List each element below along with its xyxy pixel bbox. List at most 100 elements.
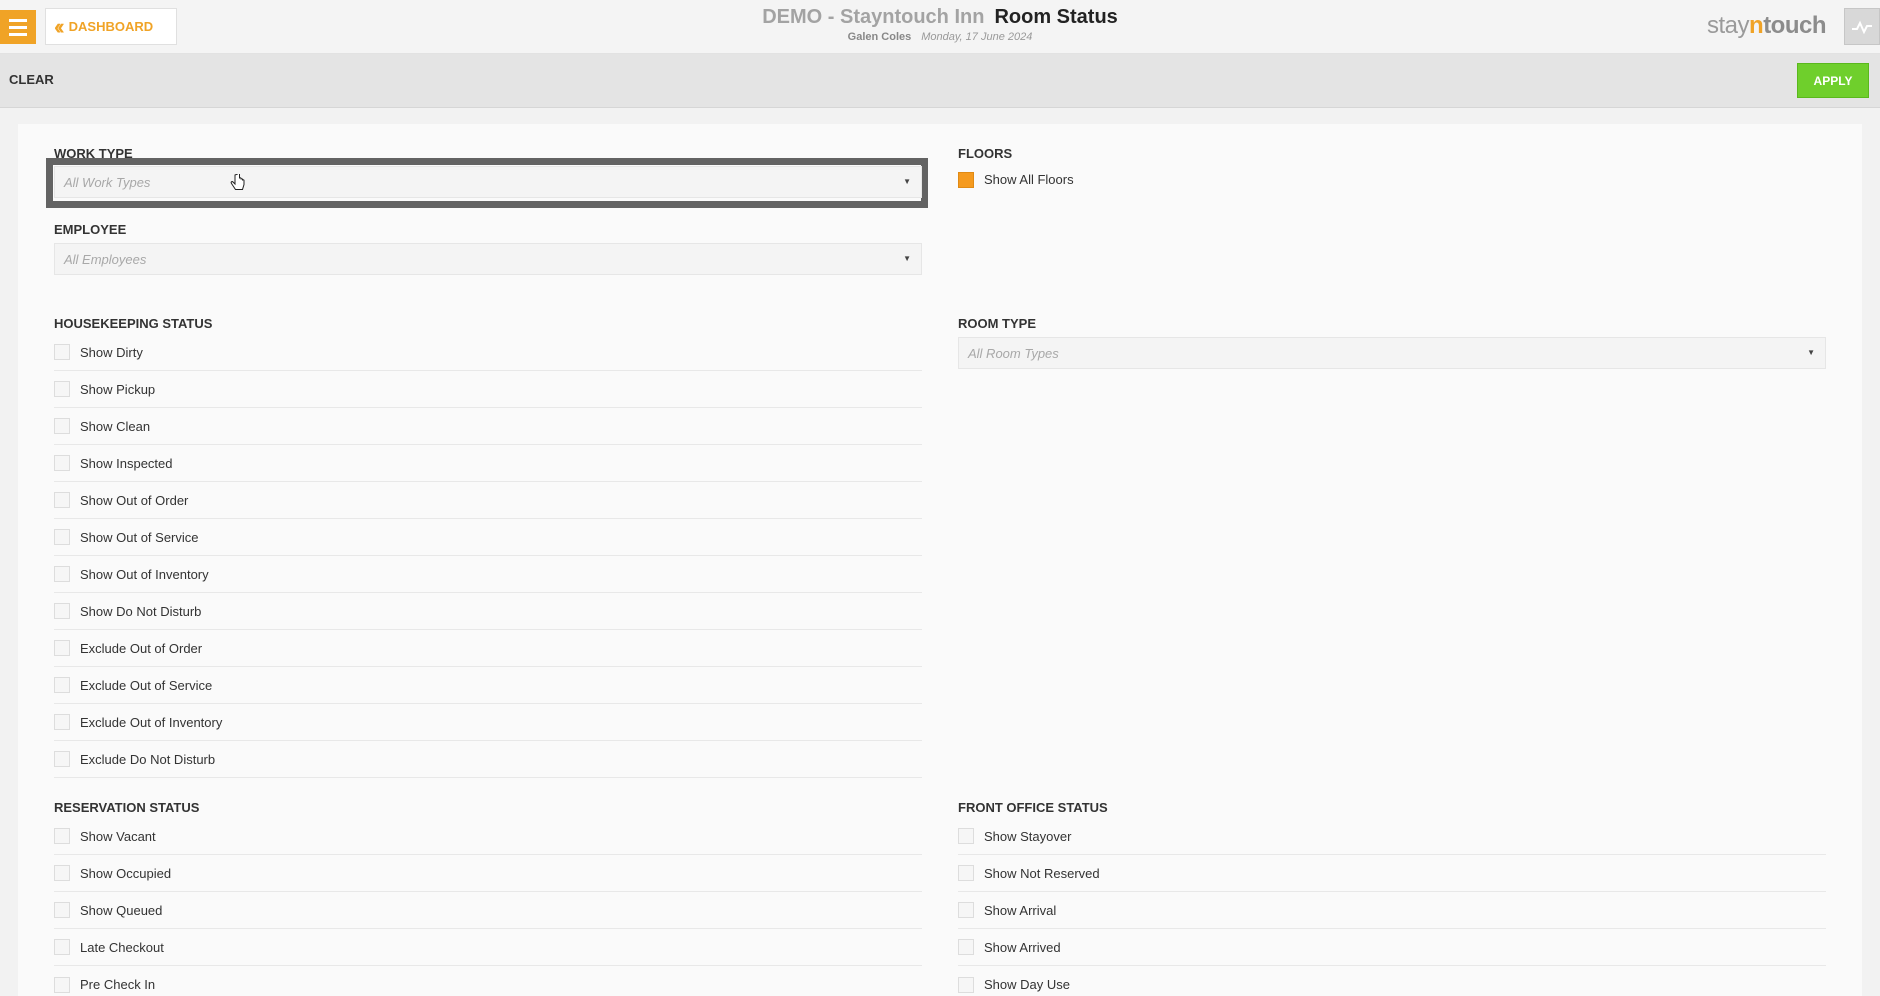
stayntouch-logo: stayntouch	[1707, 12, 1827, 39]
res-pre-check-in-checkbox[interactable]: Pre Check In	[54, 966, 922, 996]
fo-show-not-reserved-checkbox[interactable]: Show Not Reserved	[958, 855, 1826, 892]
checkbox-label: Show Inspected	[80, 455, 173, 471]
checkbox-label: Show Dirty	[80, 344, 143, 360]
checkbox-label: Exclude Out of Service	[80, 677, 213, 693]
floors-title: FLOORS	[958, 146, 1013, 161]
checkbox-label: Exclude Do Not Disturb	[80, 751, 216, 767]
checkbox-label: Show Day Use	[984, 977, 1070, 992]
checkbox-icon	[54, 418, 70, 434]
hk-show-dirty-checkbox[interactable]: Show Dirty	[54, 334, 922, 371]
hk-exclude-do-not-disturb-checkbox[interactable]: Exclude Do Not Disturb	[54, 741, 922, 778]
checkbox-icon	[54, 381, 70, 397]
checkbox-label: Show Queued	[80, 902, 163, 918]
checkbox-icon	[54, 492, 70, 508]
checkbox-icon	[54, 640, 70, 656]
hk-show-inspected-checkbox[interactable]: Show Inspected	[54, 445, 922, 482]
app-header: ‹‹ DASHBOARD DEMO - Stayntouch Inn Room S…	[0, 0, 1880, 54]
checkbox-icon	[54, 976, 70, 993]
hk-show-out-of-order-checkbox[interactable]: Show Out of Order	[54, 482, 922, 519]
hk-show-pickup-checkbox[interactable]: Show Pickup	[54, 371, 922, 408]
checkbox-icon	[958, 902, 974, 918]
apply-button[interactable]: APPLY	[1797, 63, 1869, 98]
caret-down-icon: ▼	[1807, 348, 1815, 357]
clear-button[interactable]: CLEAR	[9, 72, 54, 87]
checkbox-icon	[54, 939, 70, 955]
res-late-checkout-checkbox[interactable]: Late Checkout	[54, 929, 922, 966]
fo-show-day-use-checkbox[interactable]: Show Day Use	[958, 966, 1826, 996]
caret-down-icon: ▼	[903, 177, 911, 186]
checkbox-label: Show Out of Service	[80, 529, 199, 545]
checkbox-icon	[54, 529, 70, 545]
hk-exclude-out-of-service-checkbox[interactable]: Exclude Out of Service	[54, 667, 922, 704]
checkbox-label: Show Out of Order	[80, 492, 189, 508]
work-type-placeholder: All Work Types	[64, 174, 151, 190]
checkbox-label: Show Out of Inventory	[80, 566, 209, 582]
employee-title: EMPLOYEE	[54, 222, 127, 237]
checkbox-icon	[958, 976, 974, 993]
checkbox-icon	[54, 566, 70, 582]
checkbox-icon	[54, 828, 70, 844]
checkbox-label: Exclude Out of Inventory	[80, 714, 223, 730]
reservation-list: Show Vacant Show Occupied Show Queued La…	[54, 818, 922, 996]
housekeeping-list: Show Dirty Show Pickup Show Clean Show I…	[54, 334, 922, 778]
checkbox-label: Show Arrival	[984, 902, 1057, 918]
front-office-list: Show Stayover Show Not Reserved Show Arr…	[958, 818, 1826, 996]
checkbox-label: Exclude Out of Order	[80, 640, 203, 656]
checkbox-checked-icon	[958, 171, 974, 188]
checkbox-icon	[54, 603, 70, 619]
checkbox-icon	[54, 714, 70, 730]
checkbox-label: Show Occupied	[80, 865, 172, 881]
res-show-queued-checkbox[interactable]: Show Queued	[54, 892, 922, 929]
page-title: Room Status	[994, 6, 1118, 28]
room-type-select[interactable]: All Room Types ▼	[958, 337, 1826, 369]
checkbox-label: Show Vacant	[80, 828, 156, 844]
caret-down-icon: ▼	[903, 254, 911, 263]
user-name: Galen Coles	[847, 31, 912, 43]
front-office-title: FRONT OFFICE STATUS	[958, 800, 1108, 815]
housekeeping-title: HOUSEKEEPING STATUS	[54, 316, 213, 331]
work-type-select[interactable]: All Work Types ▼	[54, 166, 922, 198]
checkbox-icon	[54, 865, 70, 881]
room-type-placeholder: All Room Types	[968, 345, 1059, 361]
checkbox-label: Show Arrived	[984, 939, 1061, 955]
checkbox-icon	[958, 939, 974, 955]
checkbox-icon	[958, 865, 974, 881]
floors-list: Show All Floors	[958, 161, 1158, 198]
hk-exclude-out-of-inventory-checkbox[interactable]: Exclude Out of Inventory	[54, 704, 922, 741]
checkbox-icon	[54, 902, 70, 918]
hand-cursor-icon	[230, 174, 245, 190]
show-all-floors-checkbox[interactable]: Show All Floors	[958, 161, 1158, 198]
checkbox-icon	[54, 751, 70, 767]
hotel-name: DEMO - Stayntouch Inn	[762, 6, 985, 28]
hk-show-clean-checkbox[interactable]: Show Clean	[54, 408, 922, 445]
activity-pulse-icon[interactable]	[1844, 8, 1880, 45]
checkbox-icon	[54, 455, 70, 471]
checkbox-label: Show Pickup	[80, 381, 156, 397]
checkbox-label: Show Clean	[80, 418, 151, 434]
checkbox-label: Show Not Reserved	[984, 865, 1100, 881]
room-type-title: ROOM TYPE	[958, 316, 1037, 331]
fo-show-arrived-checkbox[interactable]: Show Arrived	[958, 929, 1826, 966]
fo-show-stayover-checkbox[interactable]: Show Stayover	[958, 818, 1826, 855]
fo-show-arrival-checkbox[interactable]: Show Arrival	[958, 892, 1826, 929]
business-date: Monday, 17 June 2024	[921, 31, 1033, 43]
checkbox-label: Show All Floors	[984, 172, 1074, 187]
employee-select[interactable]: All Employees ▼	[54, 243, 922, 275]
checkbox-icon	[958, 828, 974, 844]
checkbox-label: Show Stayover	[984, 828, 1072, 844]
page-heading: DEMO - Stayntouch Inn Room Status Galen C…	[0, 6, 1880, 43]
checkbox-label: Show Do Not Disturb	[80, 603, 202, 619]
filter-toolbar: CLEAR APPLY	[0, 54, 1880, 108]
hk-exclude-out-of-order-checkbox[interactable]: Exclude Out of Order	[54, 630, 922, 667]
checkbox-label: Late Checkout	[80, 939, 164, 955]
hk-show-do-not-disturb-checkbox[interactable]: Show Do Not Disturb	[54, 593, 922, 630]
checkbox-icon	[54, 677, 70, 693]
hk-show-out-of-inventory-checkbox[interactable]: Show Out of Inventory	[54, 556, 922, 593]
checkbox-icon	[54, 344, 70, 360]
hk-show-out-of-service-checkbox[interactable]: Show Out of Service	[54, 519, 922, 556]
employee-placeholder: All Employees	[64, 251, 147, 267]
res-show-occupied-checkbox[interactable]: Show Occupied	[54, 855, 922, 892]
reservation-title: RESERVATION STATUS	[54, 800, 200, 815]
res-show-vacant-checkbox[interactable]: Show Vacant	[54, 818, 922, 855]
checkbox-label: Pre Check In	[80, 977, 156, 992]
